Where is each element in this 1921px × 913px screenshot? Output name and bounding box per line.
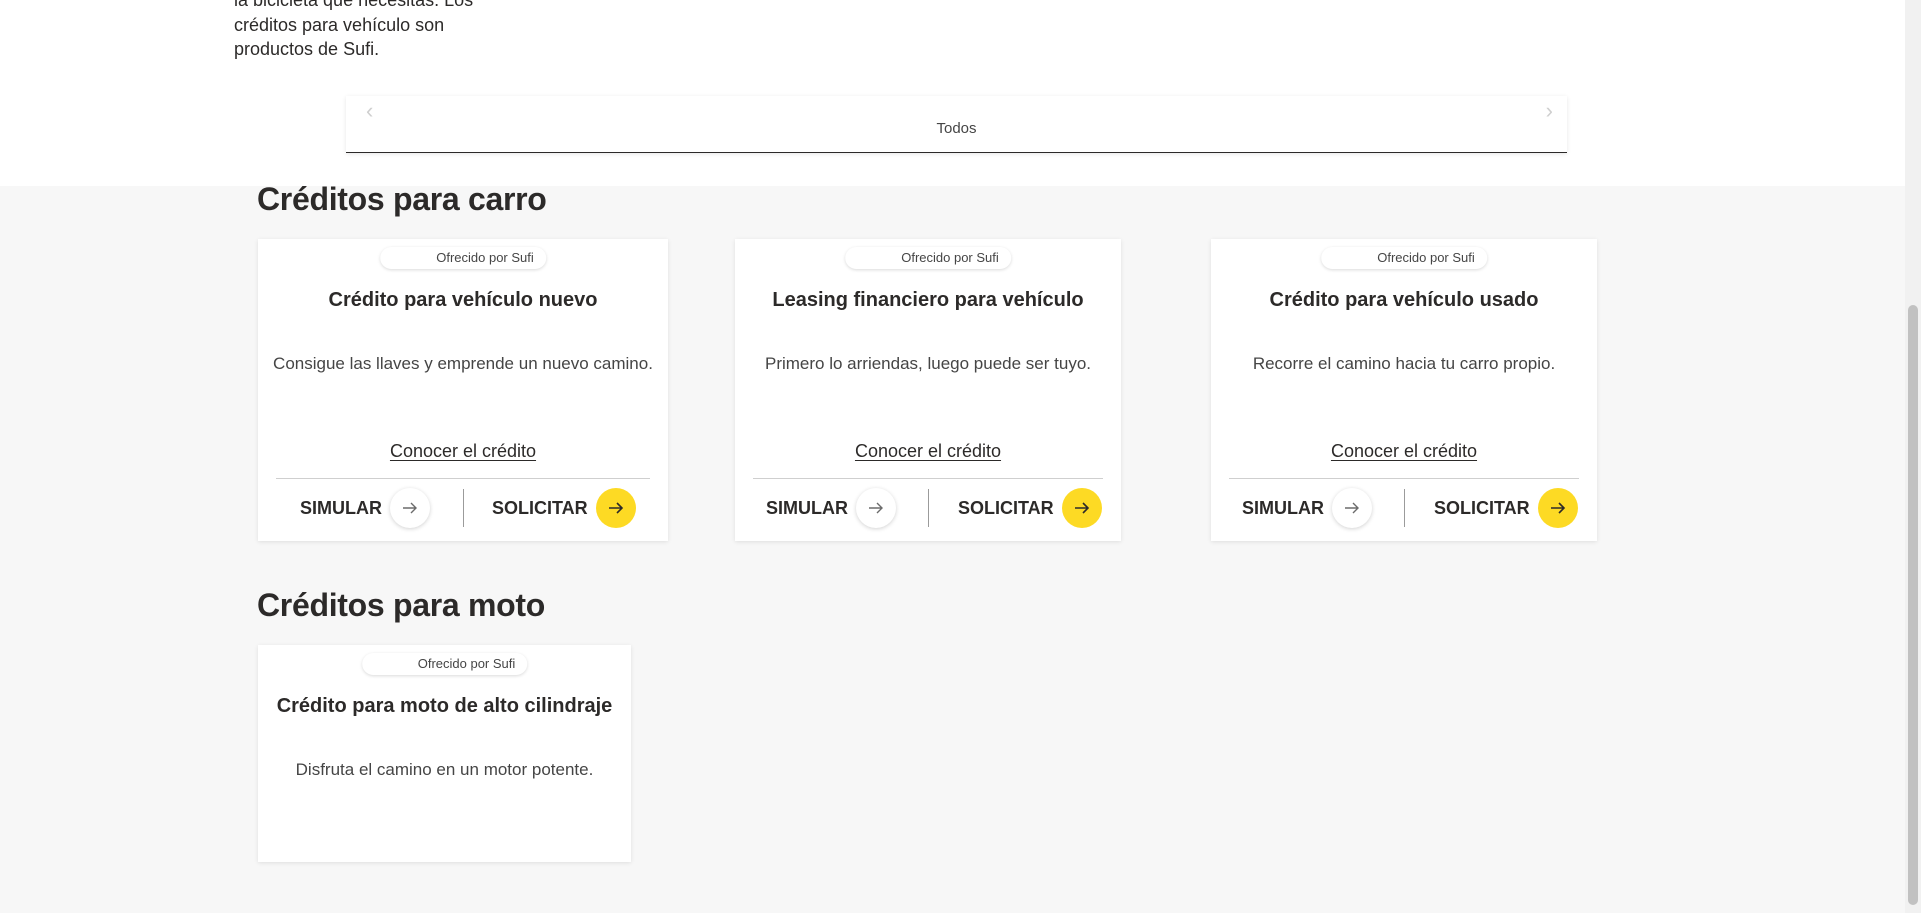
section-title-moto: Créditos para moto: [257, 587, 545, 623]
arrow-right-icon: [1332, 488, 1372, 528]
arrow-right-icon: [856, 488, 896, 528]
arrow-right-icon: [1061, 488, 1102, 528]
card-description: Recorre el camino hacia tu carro propio.: [1252, 354, 1556, 373]
product-card: Ofrecido por Sufi Crédito para vehículo …: [258, 239, 668, 541]
card-description: Disfruta el camino en un motor potente.: [295, 760, 594, 779]
divider: [928, 489, 929, 527]
offered-by-badge: Ofrecido por Sufi: [361, 653, 528, 675]
scrollbar-thumb[interactable]: [1908, 305, 1918, 905]
solicitar-button[interactable]: SOLICITAR: [492, 488, 636, 528]
intro-line: la bicicleta que necesitas. Los: [234, 0, 474, 10]
simular-label: SIMULAR: [300, 497, 382, 518]
card-description: Primero lo arriendas, luego puede ser tu…: [764, 354, 1091, 373]
category-filter-tabs: ‹ Todos ›: [346, 96, 1567, 153]
solicitar-label: SOLICITAR: [492, 497, 588, 518]
card-title: Leasing financiero para vehículo: [772, 289, 1084, 311]
divider: [463, 489, 464, 527]
card-title: Crédito para moto de alto cilindraje: [276, 695, 613, 717]
card-title: Crédito para vehículo nuevo: [328, 289, 598, 311]
card-description: Consigue las llaves y emprende un nuevo …: [273, 354, 653, 373]
solicitar-button[interactable]: SOLICITAR: [958, 488, 1102, 528]
simular-label: SIMULAR: [1242, 497, 1324, 518]
intro-line: créditos para vehículo son: [234, 14, 445, 35]
solicitar-button[interactable]: SOLICITAR: [1434, 488, 1578, 528]
solicitar-label: SOLICITAR: [958, 497, 1054, 518]
page-header-area: la bicicleta que necesitas. Los créditos…: [0, 0, 1905, 186]
know-credit-link[interactable]: Conocer el crédito: [1211, 441, 1597, 462]
card-actions: SIMULAR SOLICITAR: [276, 479, 650, 541]
intro-line: productos de Sufi.: [234, 39, 380, 59]
card-actions: SIMULAR SOLICITAR: [753, 479, 1103, 541]
simular-label: SIMULAR: [766, 497, 848, 518]
tab-todos[interactable]: Todos: [346, 120, 1567, 137]
know-credit-link[interactable]: Conocer el crédito: [258, 441, 668, 462]
offered-by-badge: Ofrecido por Sufi: [380, 247, 546, 269]
know-credit-link[interactable]: Conocer el crédito: [735, 441, 1121, 462]
section-title-carro: Créditos para carro: [257, 181, 547, 217]
card-title: Crédito para vehículo usado: [1269, 289, 1539, 311]
divider: [1404, 489, 1405, 527]
product-card: Ofrecido por Sufi Crédito para moto de a…: [258, 645, 631, 862]
offered-by-badge: Ofrecido por Sufi: [1321, 247, 1487, 269]
arrow-right-icon: [390, 488, 430, 528]
intro-text: la bicicleta que necesitas. Los créditos…: [234, 0, 474, 62]
product-card: Ofrecido por Sufi Crédito para vehículo …: [1211, 239, 1597, 541]
product-card: Ofrecido por Sufi Leasing financiero par…: [735, 239, 1121, 541]
offered-by-badge: Ofrecido por Sufi: [845, 247, 1011, 269]
simular-button[interactable]: SIMULAR: [1242, 488, 1372, 528]
card-actions: SIMULAR SOLICITAR: [1229, 479, 1579, 541]
simular-button[interactable]: SIMULAR: [300, 488, 430, 528]
chevron-left-icon[interactable]: ‹: [366, 100, 373, 122]
solicitar-label: SOLICITAR: [1434, 497, 1530, 518]
arrow-right-icon: [595, 488, 636, 528]
chevron-right-icon[interactable]: ›: [1546, 100, 1553, 122]
arrow-right-icon: [1537, 488, 1578, 528]
page-scrollbar[interactable]: [1905, 0, 1921, 913]
simular-button[interactable]: SIMULAR: [766, 488, 896, 528]
